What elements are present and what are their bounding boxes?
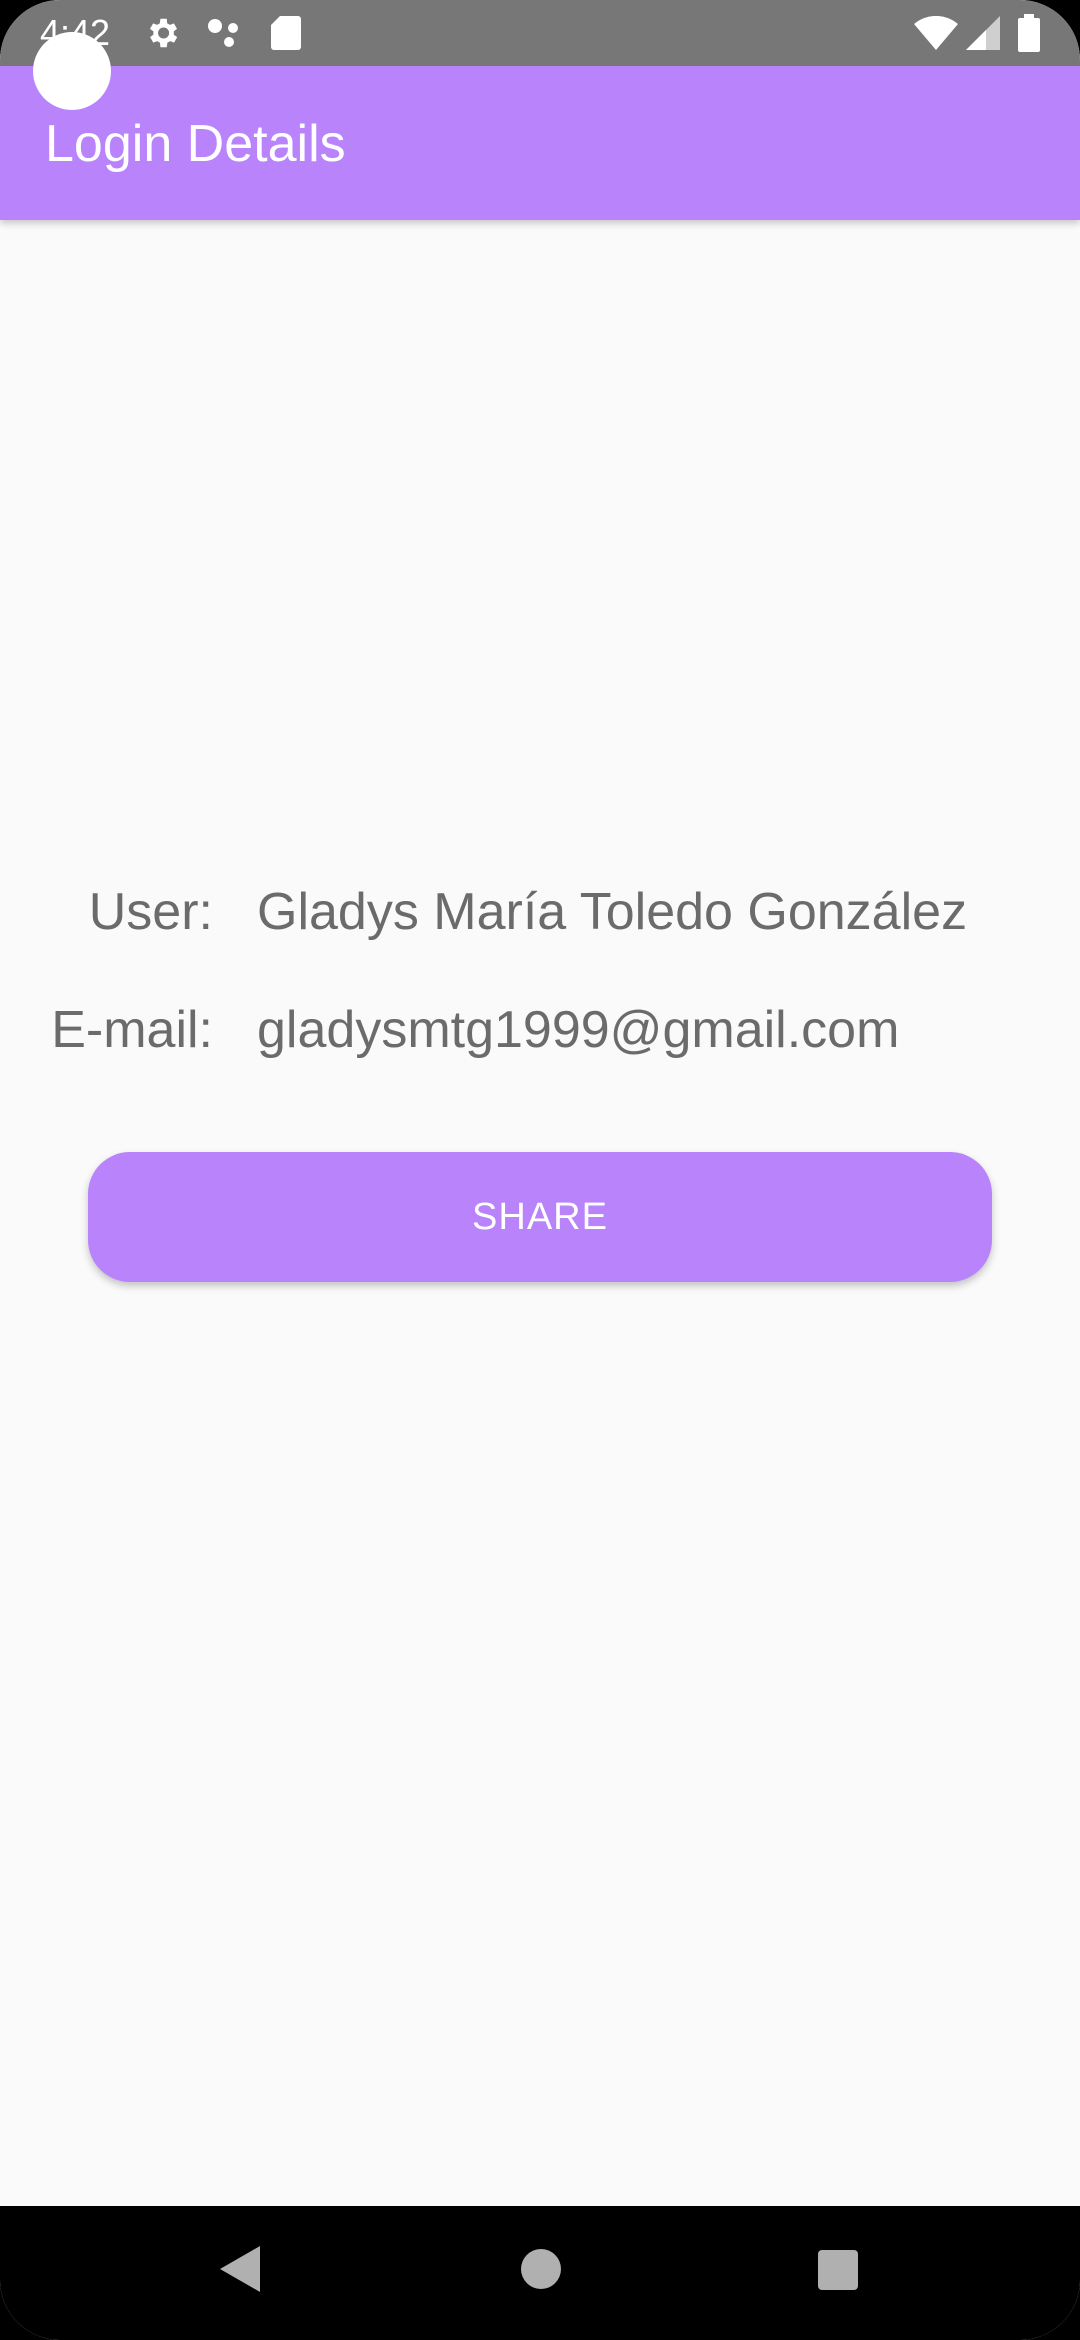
- share-button[interactable]: SHARE: [88, 1152, 992, 1282]
- page-title: Login Details: [45, 115, 346, 173]
- user-row: User: Gladys María Toledo González: [0, 872, 1080, 952]
- battery-icon: [1018, 14, 1040, 57]
- settings-icon: [143, 14, 181, 57]
- user-value: Gladys María Toledo González: [257, 883, 968, 941]
- signal-icon: [966, 16, 1000, 55]
- navigation-bar: [0, 2206, 1080, 2340]
- back-icon[interactable]: [218, 2244, 262, 2299]
- phone-screen: 4:42 Login Details User: Gladys María To…: [0, 0, 1080, 2340]
- touch-indicator: [33, 32, 111, 110]
- status-bar: 4:42: [0, 0, 1080, 66]
- assistant-dots-icon: [205, 14, 245, 57]
- email-value: gladysmtg1999@gmail.com: [257, 1001, 900, 1059]
- wifi-icon: [914, 15, 958, 55]
- recents-icon[interactable]: [818, 2250, 858, 2295]
- user-label: User:: [88, 883, 213, 941]
- home-icon[interactable]: [520, 2248, 562, 2295]
- email-label: E-mail:: [51, 1001, 213, 1059]
- app-bar: Login Details: [0, 66, 1080, 220]
- email-row: E-mail: gladysmtg1999@gmail.com: [0, 990, 1080, 1070]
- sd-card-icon: [270, 14, 302, 57]
